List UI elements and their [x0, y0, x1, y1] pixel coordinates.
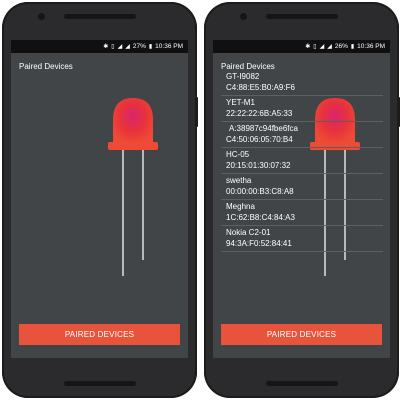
power-button — [195, 97, 198, 127]
device-address: C4:50:06:05:70:B4 — [226, 135, 293, 144]
device-address: 94:3A:F0:52:84:41 — [226, 239, 292, 248]
bluetooth-icon: ✱ — [305, 44, 311, 50]
bottom-speaker — [265, 381, 338, 386]
device-address: A:38987c94fbe6fca — [229, 124, 298, 133]
list-item[interactable]: Meghna 1C:62:B8:C4:84:A3 — [221, 200, 383, 226]
paired-devices-button[interactable]: PAIRED DEVICES — [19, 324, 180, 345]
bottom-speaker — [63, 381, 136, 386]
battery-percent: 26% — [334, 43, 348, 50]
led-bulb-icon — [108, 98, 158, 276]
vibrate-icon: ▯ — [111, 44, 115, 50]
vibrate-icon: ▯ — [313, 44, 317, 50]
device-address: 00:00:00:B3:C8:A8 — [226, 187, 294, 196]
battery-icon: ▮ — [148, 44, 153, 50]
list-item[interactable]: HC-05 20:15:01:30:07:32 — [221, 148, 383, 174]
app-screen: ✱ ▯ ◢ ◢ 27% ▮ 10:36 PM Paired Devices PA… — [11, 40, 188, 358]
power-button — [397, 97, 400, 127]
device-name: Nokia C2-01 — [226, 228, 271, 237]
battery-icon: ▮ — [350, 44, 355, 50]
phone-left: ✱ ▯ ◢ ◢ 27% ▮ 10:36 PM Paired Devices PA… — [2, 2, 198, 398]
device-name: swetha — [226, 176, 252, 185]
wifi-icon: ◢ — [319, 44, 325, 50]
signal-icon: ◢ — [125, 44, 130, 50]
device-address: C4:88:E5:B0:A9:F6 — [226, 83, 295, 92]
device-name: Meghna — [226, 202, 255, 211]
paired-device-list: GT-I9082 C4:88:E5:B0:A9:F6 YET-M1 22:22:… — [221, 70, 383, 252]
front-camera — [240, 13, 247, 20]
list-item[interactable]: GT-I9082 C4:88:E5:B0:A9:F6 — [221, 70, 383, 96]
wifi-icon: ◢ — [117, 44, 123, 50]
battery-percent: 27% — [132, 43, 146, 50]
list-item[interactable]: Nokia C2-01 94:3A:F0:52:84:41 — [221, 226, 383, 252]
app-screen: ✱ ▯ ◢ ◢ 26% ▮ 10:36 PM Paired Devices GT… — [213, 40, 390, 358]
signal-icon: ◢ — [327, 44, 332, 50]
status-bar: ✱ ▯ ◢ ◢ 27% ▮ 10:36 PM — [11, 40, 188, 53]
device-address: 22:22:22:6B:A5:33 — [226, 109, 293, 118]
paired-devices-button[interactable]: PAIRED DEVICES — [221, 324, 382, 345]
bluetooth-icon: ✱ — [103, 44, 109, 50]
front-camera — [38, 13, 45, 20]
phone-right: ✱ ▯ ◢ ◢ 26% ▮ 10:36 PM Paired Devices GT… — [204, 2, 400, 398]
clock: 10:36 PM — [155, 43, 183, 50]
device-address: 20:15:01:30:07:32 — [226, 161, 291, 170]
earpiece-speaker — [265, 14, 338, 19]
device-address: 1C:62:B8:C4:84:A3 — [226, 213, 295, 222]
page-title: Paired Devices — [221, 62, 275, 71]
device-name: HC-05 — [226, 150, 250, 159]
list-item[interactable]: swetha 00:00:00:B3:C8:A8 — [221, 174, 383, 200]
device-name: GT-I9082 — [226, 72, 260, 81]
list-item[interactable]: A:38987c94fbe6fca C4:50:06:05:70:B4 — [221, 122, 383, 148]
page-title: Paired Devices — [19, 62, 73, 71]
device-name: YET-M1 — [226, 98, 255, 107]
earpiece-speaker — [63, 14, 136, 19]
status-bar: ✱ ▯ ◢ ◢ 26% ▮ 10:36 PM — [213, 40, 390, 53]
list-item[interactable]: YET-M1 22:22:22:6B:A5:33 — [221, 96, 383, 122]
clock: 10:36 PM — [357, 43, 385, 50]
